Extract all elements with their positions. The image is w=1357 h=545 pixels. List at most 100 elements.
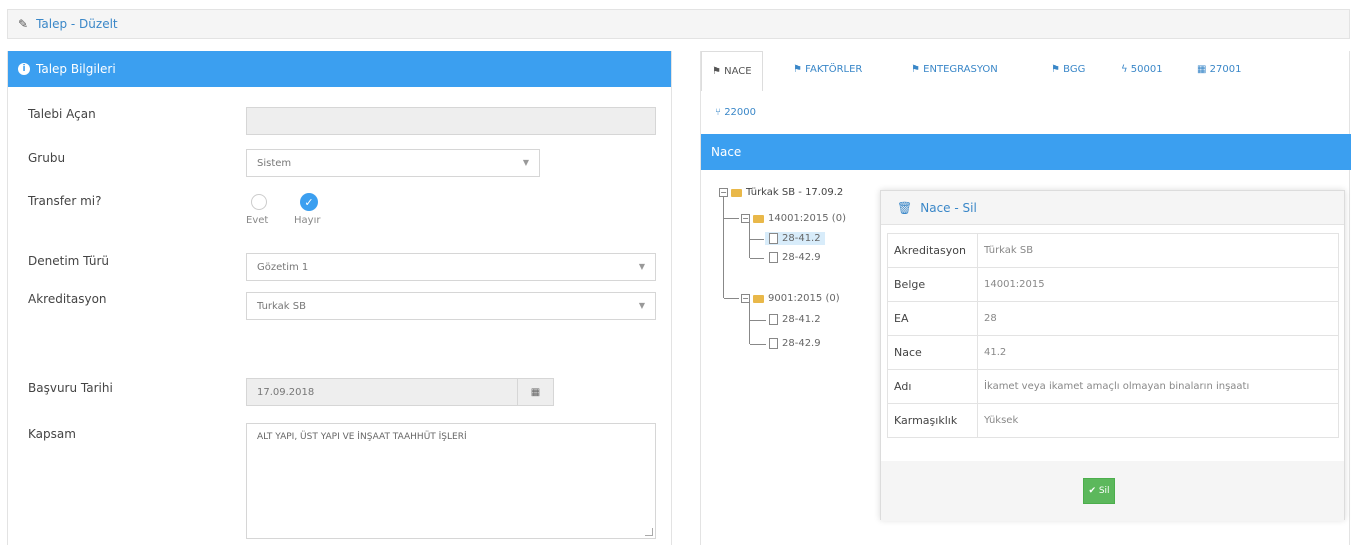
tab-bgg[interactable]: ⚑ BGG	[1051, 64, 1085, 75]
tab-entegrasyon[interactable]: ⚑ ENTEGRASYON	[911, 64, 998, 75]
bolt-icon: ϟ	[1121, 64, 1131, 75]
row-value: 14001:2015	[977, 267, 1339, 302]
section-title: Nace	[711, 145, 742, 159]
file-icon	[769, 338, 778, 349]
table-row: Belge 14001:2015	[887, 267, 1339, 302]
talep-bilgileri-panel: i Talep Bilgileri Talebi Açan Grubu Sist…	[7, 51, 672, 545]
akreditasyon-value: Turkak SB	[257, 300, 306, 312]
modal-footer: ✔ Sil	[881, 461, 1344, 521]
tree-item-28-41.2[interactable]: 28-41.2	[769, 314, 821, 325]
nace-section-header: Nace	[701, 134, 1351, 170]
modal-body: Akreditasyon Türkak SB Belge 14001:2015 …	[881, 225, 1344, 461]
tab-label: BGG	[1063, 64, 1086, 75]
calendar-icon[interactable]: ▦	[517, 379, 553, 405]
tab-label: ENTEGRASYON	[923, 64, 998, 75]
chevron-down-icon: ▼	[522, 158, 529, 167]
denetim-turu-value: Gözetim 1	[257, 261, 309, 273]
tree-item-28-41.2[interactable]: 28-41.2	[765, 232, 825, 245]
grubu-label: Grubu	[28, 151, 66, 165]
tab-label: 50001	[1130, 64, 1163, 75]
denetim-turu-label: Denetim Türü	[28, 254, 109, 268]
kapsam-label: Kapsam	[28, 427, 76, 441]
modal-header: 🗑 Nace - Sil	[881, 191, 1344, 225]
tree-group-14001[interactable]: − 14001:2015 (0)	[741, 213, 846, 224]
tree-group-label: 9001:2015 (0)	[768, 293, 840, 304]
flag-icon: ⚑	[1051, 64, 1064, 75]
table-row: EA 28	[887, 301, 1339, 336]
grubu-value: Sistem	[257, 157, 292, 169]
chevron-down-icon: ▼	[638, 262, 645, 271]
row-value: İkamet veya ikamet amaçlı olmayan binala…	[977, 369, 1339, 404]
table-row: Akreditasyon Türkak SB	[887, 233, 1339, 268]
basvuru-tarihi-field[interactable]: 17.09.2018 ▦	[246, 378, 554, 406]
modal-title: Nace - Sil	[920, 200, 977, 215]
flag-icon: ⚑	[911, 64, 924, 75]
basvuru-tarihi-label: Başvuru Tarihi	[28, 381, 113, 395]
folder-icon	[753, 214, 764, 223]
grubu-select[interactable]: Sistem ▼	[246, 149, 540, 177]
talebi-acan-label: Talebi Açan	[28, 107, 96, 121]
kapsam-textarea[interactable]: ALT YAPI, ÜST YAPI VE İNŞAAT TAAHHÜT İŞL…	[246, 423, 656, 539]
basvuru-tarihi-value: 17.09.2018	[257, 386, 315, 398]
tab-label: FAKTÖRLER	[805, 64, 863, 75]
grid-icon: ▦	[1197, 64, 1210, 75]
details-table: Akreditasyon Türkak SB Belge 14001:2015 …	[887, 233, 1339, 438]
talebi-acan-field	[246, 107, 656, 135]
row-key: EA	[887, 301, 978, 336]
tab-22000[interactable]: ⑂ 22000	[715, 107, 756, 118]
resize-handle[interactable]	[645, 528, 653, 536]
tree-root[interactable]: − Türkak SB - 17.09.2	[719, 187, 843, 198]
chevron-down-icon: ▼	[638, 301, 645, 310]
transfer-label: Transfer mi?	[28, 194, 102, 208]
collapse-icon[interactable]: −	[741, 214, 750, 223]
row-value: Yüksek	[977, 403, 1339, 438]
tree-item-28-42.9[interactable]: 28-42.9	[769, 252, 821, 263]
tree-item-label: 28-42.9	[782, 252, 821, 263]
file-icon	[769, 233, 778, 244]
page-title: Talep - Düzelt	[36, 17, 118, 31]
table-row: Adı İkamet veya ikamet amaçlı olmayan bi…	[887, 369, 1339, 404]
akreditasyon-select[interactable]: Turkak SB ▼	[246, 292, 656, 320]
pencil-icon: ✎	[18, 17, 29, 31]
tree-item-label: 28-42.9	[782, 338, 821, 349]
panel-header: i Talep Bilgileri	[8, 51, 671, 87]
transfer-evet-radio[interactable]	[251, 194, 267, 210]
row-value: 28	[977, 301, 1339, 336]
tab-50001[interactable]: ϟ 50001	[1121, 64, 1163, 75]
tab-nace[interactable]: ⚑ NACE	[701, 51, 763, 91]
row-key: Nace	[887, 335, 978, 370]
folder-icon	[731, 188, 742, 197]
collapse-icon[interactable]: −	[741, 294, 750, 303]
row-key: Akreditasyon	[887, 233, 978, 268]
denetim-turu-select[interactable]: Gözetim 1 ▼	[246, 253, 656, 281]
table-row: Karmaşıklık Yüksek	[887, 403, 1339, 438]
file-icon	[769, 314, 778, 325]
nace-delete-modal: 🗑 Nace - Sil Akreditasyon Türkak SB Belg…	[880, 190, 1345, 521]
flag-icon: ⚑	[712, 66, 725, 77]
tab-27001[interactable]: ▦ 27001	[1197, 64, 1241, 75]
tree-group-9001[interactable]: − 9001:2015 (0)	[741, 293, 840, 304]
tab-label: NACE	[724, 66, 752, 77]
tab-faktorler[interactable]: ⚑ FAKTÖRLER	[793, 64, 862, 75]
delete-button-label: Sil	[1098, 486, 1110, 496]
transfer-evet-label: Evet	[246, 215, 269, 226]
akreditasyon-label: Akreditasyon	[28, 292, 107, 306]
tab-label: 27001	[1209, 64, 1242, 75]
row-key: Belge	[887, 267, 978, 302]
row-key: Adı	[887, 369, 978, 404]
flag-icon: ⚑	[793, 64, 806, 75]
row-key: Karmaşıklık	[887, 403, 978, 438]
tree-item-label: 28-41.2	[782, 314, 821, 325]
row-value: Türkak SB	[977, 233, 1339, 268]
check-icon: ✔	[1088, 486, 1099, 496]
delete-button[interactable]: ✔ Sil	[1083, 478, 1115, 504]
collapse-icon[interactable]: −	[719, 188, 728, 197]
tree-item-label: 28-41.2	[782, 233, 821, 244]
tree-group-label: 14001:2015 (0)	[768, 213, 846, 224]
info-icon: i	[18, 63, 30, 75]
trash-icon: 🗑	[897, 200, 913, 215]
row-value: 41.2	[977, 335, 1339, 370]
check-icon: ✓	[304, 195, 314, 209]
tree-item-28-42.9[interactable]: 28-42.9	[769, 338, 821, 349]
transfer-hayir-radio[interactable]: ✓	[300, 193, 318, 211]
